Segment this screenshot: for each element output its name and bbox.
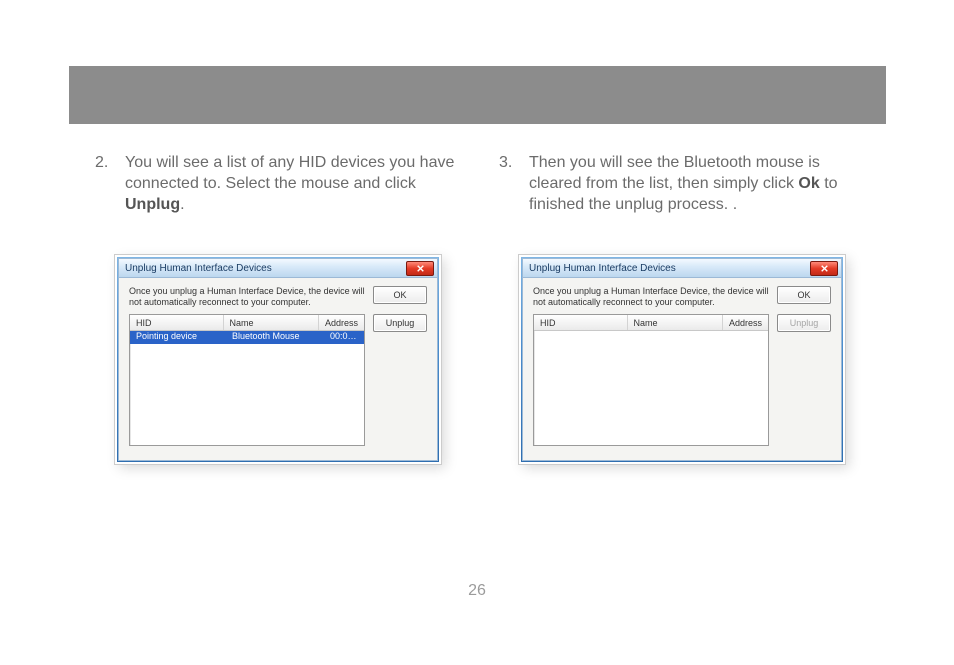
hid-table[interactable]: HID Name Address Pointing device Bluetoo…	[129, 314, 365, 446]
col-header-address[interactable]: Address	[723, 315, 768, 330]
step-number: 3.	[499, 152, 529, 215]
ok-button[interactable]: OK	[373, 286, 427, 304]
step-text-bold: Unplug	[125, 196, 180, 213]
step-2: 2. You will see a list of any HID device…	[95, 152, 455, 215]
step-text-pre: You will see a list of any HID devices y…	[125, 154, 454, 192]
close-icon	[417, 265, 424, 272]
left-column: 2. You will see a list of any HID device…	[95, 152, 455, 464]
close-icon	[821, 265, 828, 272]
hid-table-header: HID Name Address	[130, 315, 364, 331]
col-header-hid[interactable]: HID	[130, 315, 224, 330]
close-button[interactable]	[810, 261, 838, 276]
col-header-hid[interactable]: HID	[534, 315, 628, 330]
step-text: Then you will see the Bluetooth mouse is…	[529, 152, 859, 215]
col-header-name[interactable]: Name	[224, 315, 319, 330]
dialog-body: Once you unplug a Human Interface Device…	[522, 278, 842, 461]
dialog-title: Unplug Human Interface Devices	[529, 263, 676, 274]
header-banner	[69, 66, 886, 124]
dialog-title: Unplug Human Interface Devices	[125, 263, 272, 274]
col-header-address[interactable]: Address	[319, 315, 364, 330]
step-text-bold: Ok	[798, 175, 819, 192]
step-text: You will see a list of any HID devices y…	[125, 152, 455, 215]
dialog-screenshot-left: Unplug Human Interface Devices Once you …	[115, 255, 441, 464]
dialog-titlebar: Unplug Human Interface Devices	[522, 258, 842, 278]
page-number: 26	[0, 582, 954, 600]
unplug-button[interactable]: Unplug	[373, 314, 427, 332]
hid-table[interactable]: HID Name Address	[533, 314, 769, 446]
dialog-titlebar: Unplug Human Interface Devices	[118, 258, 438, 278]
dialog-note: Once you unplug a Human Interface Device…	[129, 286, 373, 308]
step-text-post: .	[180, 196, 184, 213]
dialog-screenshot-right: Unplug Human Interface Devices Once you …	[519, 255, 845, 464]
cell-address: 00:0A:94:C1:90:83	[324, 331, 364, 344]
dialog-body: Once you unplug a Human Interface Device…	[118, 278, 438, 461]
close-button[interactable]	[406, 261, 434, 276]
cell-name: Bluetooth Mouse	[226, 331, 324, 344]
dialog-note: Once you unplug a Human Interface Device…	[533, 286, 777, 308]
col-header-name[interactable]: Name	[628, 315, 723, 330]
content-columns: 2. You will see a list of any HID device…	[95, 152, 859, 464]
unplug-button: Unplug	[777, 314, 831, 332]
right-column: 3. Then you will see the Bluetooth mouse…	[499, 152, 859, 464]
table-row[interactable]: Pointing device Bluetooth Mouse 00:0A:94…	[130, 331, 364, 344]
step-text-pre: Then you will see the Bluetooth mouse is…	[529, 154, 820, 192]
ok-button[interactable]: OK	[777, 286, 831, 304]
cell-hid: Pointing device	[130, 331, 226, 344]
hid-table-header: HID Name Address	[534, 315, 768, 331]
step-number: 2.	[95, 152, 125, 215]
step-3: 3. Then you will see the Bluetooth mouse…	[499, 152, 859, 215]
